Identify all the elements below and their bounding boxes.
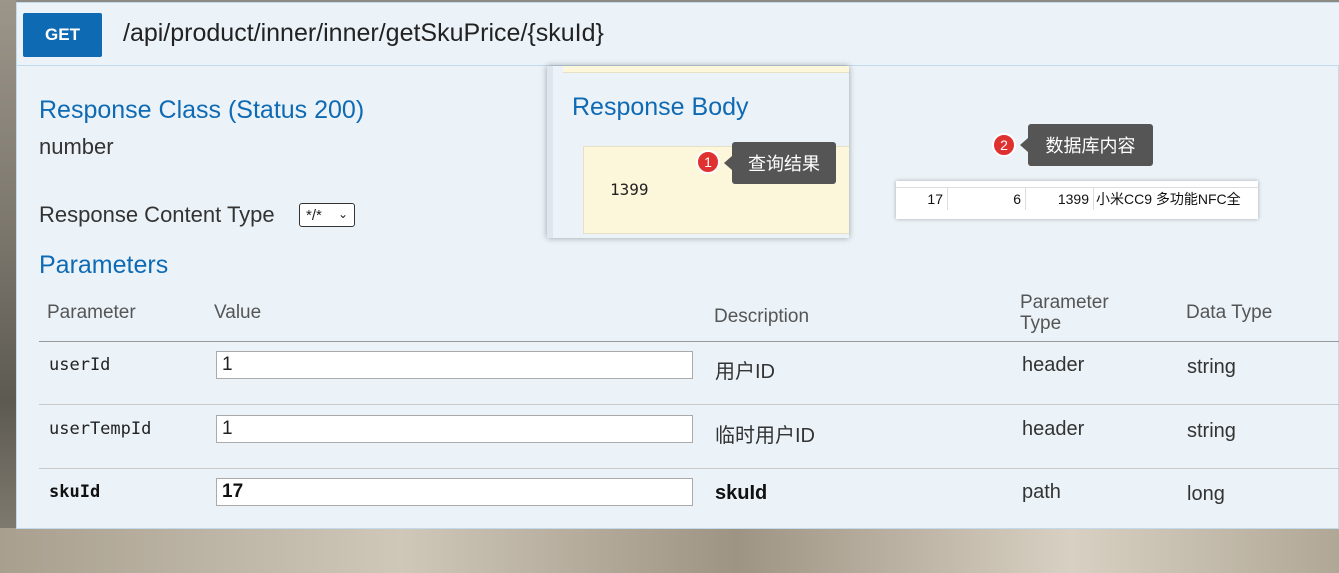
param-name-usertempid: userTempId xyxy=(49,419,152,439)
param-type-skuid: path xyxy=(1022,481,1061,503)
row-divider xyxy=(39,468,1339,469)
popup-top-strip xyxy=(563,66,849,73)
param-desc-skuid: skuId xyxy=(715,482,768,504)
annotation-badge-1: 1 xyxy=(696,150,720,174)
table-header-divider xyxy=(39,341,1339,342)
response-body-title: Response Body xyxy=(572,93,749,121)
col-header-parameter: Parameter xyxy=(47,302,136,323)
db-row-top xyxy=(896,181,1258,188)
param-name-userid: userId xyxy=(49,355,111,375)
param-desc-userid: 用户ID xyxy=(715,361,775,383)
http-method-badge[interactable]: GET xyxy=(23,13,102,57)
db-cell-name: 小米CC9 多功能NFC全 xyxy=(1096,191,1241,207)
annotation-badge-2: 2 xyxy=(992,133,1016,157)
annotation-tooltip-2: 数据库内容 xyxy=(1020,124,1153,166)
param-type-userid: header xyxy=(1022,354,1085,376)
db-cell-price: 1399 xyxy=(1026,188,1094,210)
select-value: */* xyxy=(306,206,322,224)
response-body-value: 1399 xyxy=(610,180,649,199)
response-class-type: number xyxy=(39,134,114,159)
param-type-usertempid: header xyxy=(1022,418,1085,440)
endpoint-path[interactable]: /api/product/inner/inner/getSkuPrice/{sk… xyxy=(123,19,604,48)
db-cell-spu: 6 xyxy=(948,188,1026,210)
usertempid-input[interactable] xyxy=(216,415,693,443)
data-type-skuid: long xyxy=(1187,483,1225,505)
background-left xyxy=(0,0,16,573)
col-header-data-type: Data Type xyxy=(1186,302,1273,323)
col-header-description: Description xyxy=(714,306,810,327)
skuid-input[interactable] xyxy=(216,478,693,506)
data-type-usertempid: string xyxy=(1187,420,1236,442)
operation-header[interactable]: GET /api/product/inner/inner/getSkuPrice… xyxy=(17,3,1339,66)
col-header-value: Value xyxy=(214,302,262,323)
row-divider xyxy=(39,404,1339,405)
userid-input[interactable] xyxy=(216,351,693,379)
background-bottom xyxy=(0,528,1339,573)
parameters-title: Parameters xyxy=(39,251,169,279)
response-class-title: Response Class (Status 200) xyxy=(39,96,365,124)
param-name-skuid: skuId xyxy=(49,482,101,502)
col-header-parameter-type: Parameter Type xyxy=(1020,292,1109,334)
database-snippet: 17 6 1399 小米CC9 多功能NFC全 xyxy=(896,181,1258,219)
db-cell-id: 17 xyxy=(896,188,948,210)
param-desc-usertempid: 临时用户ID xyxy=(715,425,815,447)
data-type-userid: string xyxy=(1187,356,1236,378)
annotation-tooltip-1: 查询结果 xyxy=(724,142,836,184)
response-content-type-label: Response Content Type xyxy=(39,202,275,227)
chevron-down-icon: ⌄ xyxy=(337,207,348,221)
response-content-type-select[interactable]: */* ⌄ xyxy=(299,203,355,227)
